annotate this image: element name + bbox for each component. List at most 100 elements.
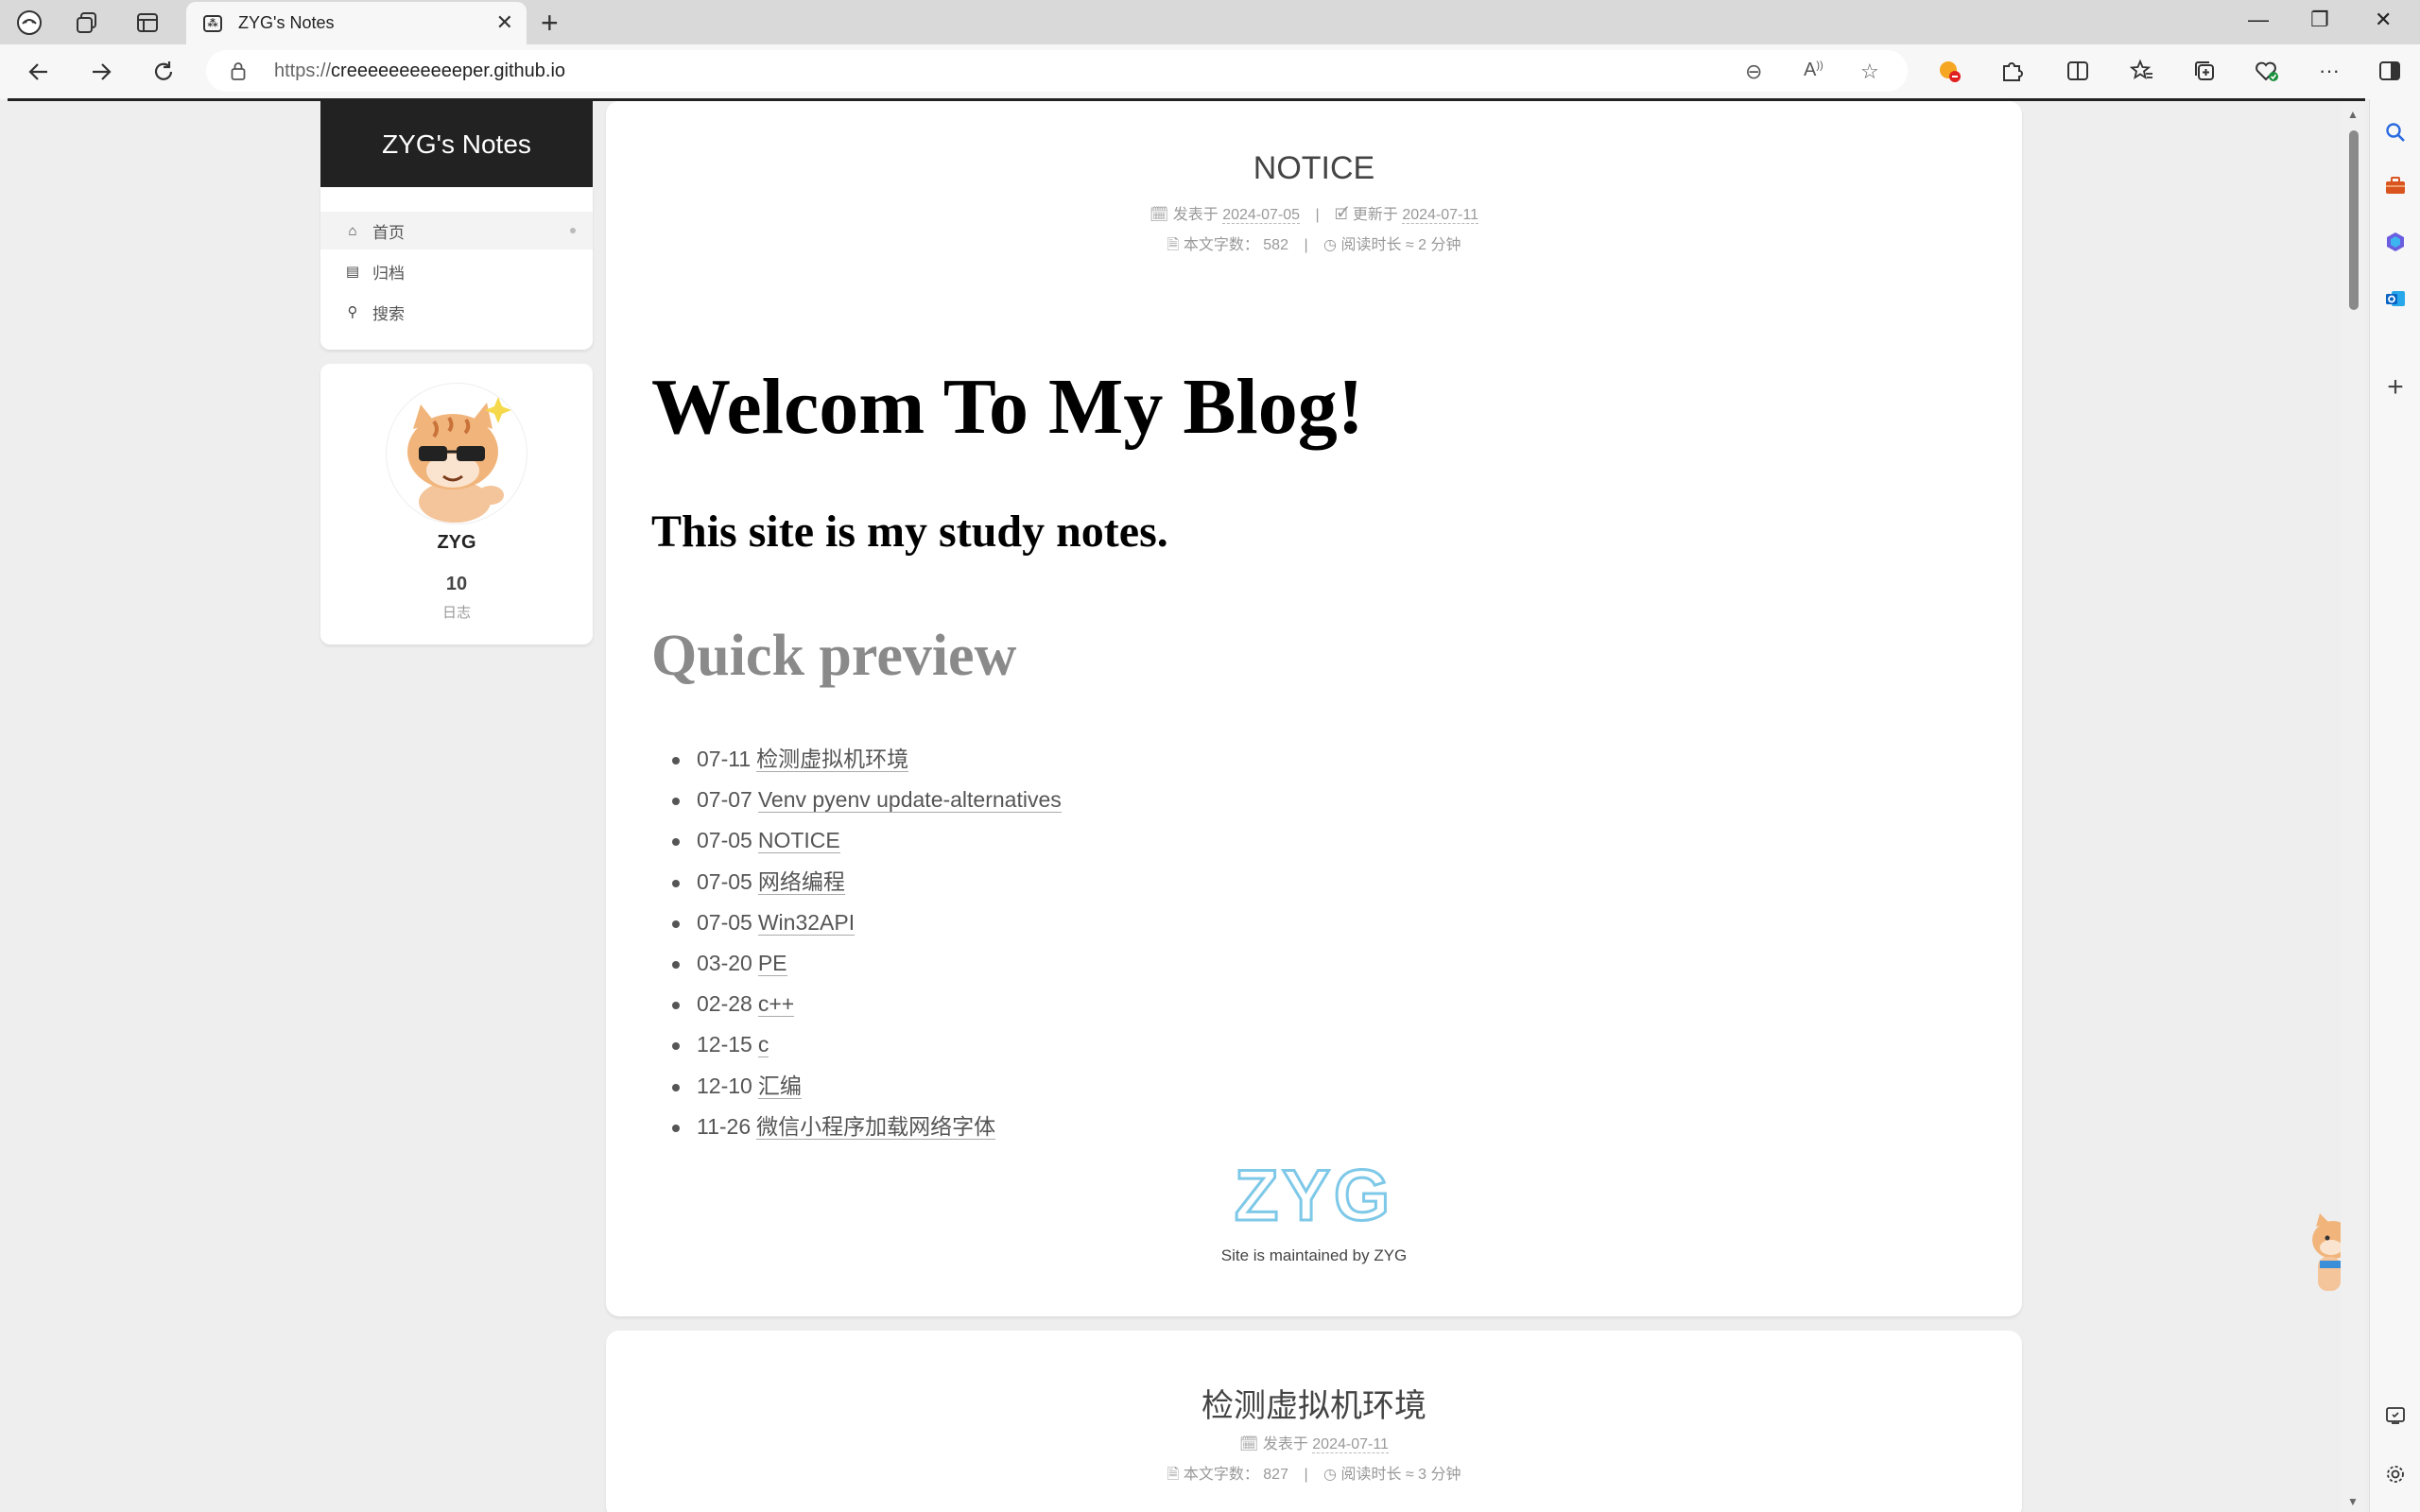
restore-button[interactable]: ❐ xyxy=(2310,8,2329,32)
extensions-puzzle-icon[interactable] xyxy=(1996,56,2027,86)
preview-date: 03-20 xyxy=(697,950,752,975)
add-sidebar-app-icon[interactable]: + xyxy=(2381,371,2410,403)
preview-date: 07-11 xyxy=(697,747,752,771)
favorites-icon[interactable] xyxy=(2127,56,2157,86)
author-card: ZYG 10 日志 xyxy=(320,364,593,644)
site-brand[interactable]: ZYG's Notes xyxy=(320,101,593,187)
address-bar[interactable]: https://creeeeeeeeeeeper.github.io ⊖ A))… xyxy=(206,50,1908,92)
readtime: 3 分钟 xyxy=(1418,1467,1461,1483)
preview-link[interactable]: 网络编程 xyxy=(757,868,845,895)
zoom-out-icon[interactable]: ⊖ xyxy=(1745,60,1762,84)
scrollbar-thumb[interactable] xyxy=(2349,130,2359,310)
screenshot-icon[interactable] xyxy=(2381,1401,2410,1430)
preview-date: 12-10 xyxy=(697,1073,752,1098)
list-item: 12-15 c xyxy=(672,1024,1062,1065)
active-tab[interactable]: ⁂ ZYG's Notes ✕ xyxy=(186,2,527,44)
back-button[interactable] xyxy=(23,56,55,88)
refresh-icon xyxy=(154,61,173,80)
menu-item-search[interactable]: ⚲ 搜索 xyxy=(320,293,593,331)
refresh-button[interactable] xyxy=(147,56,180,88)
sidebar-toggle-icon[interactable] xyxy=(2375,56,2405,86)
scroll-up-arrow-icon[interactable]: ▲ xyxy=(2347,108,2359,121)
preview-link[interactable]: 微信小程序加载网络字体 xyxy=(756,1113,996,1140)
list-item: 02-28 c++ xyxy=(672,984,1062,1024)
post-heading-1: Welcom To My Blog! xyxy=(651,363,1364,451)
lock-icon[interactable] xyxy=(231,61,246,80)
preview-link[interactable]: NOTICE xyxy=(757,828,840,854)
preview-link[interactable]: c xyxy=(757,1032,769,1058)
tools-icon[interactable] xyxy=(2381,171,2410,199)
preview-link[interactable]: Venv pyenv update-alternatives xyxy=(757,787,1062,814)
clock-icon: ◷ xyxy=(1323,1467,1338,1483)
tab-close-button[interactable]: ✕ xyxy=(496,10,513,35)
copilot-icon[interactable] xyxy=(2381,228,2410,256)
settings-gear-icon[interactable] xyxy=(2381,1460,2410,1488)
posted-date: 2024-07-05 xyxy=(1222,207,1301,224)
site-menu: ⌂ 首页 ▤ 归档 ⚲ 搜索 xyxy=(320,187,593,350)
search-icon: ⚲ xyxy=(347,304,358,320)
preview-date: 07-05 xyxy=(697,909,752,935)
preview-date: 12-15 xyxy=(697,1032,752,1057)
new-tab-button[interactable]: + xyxy=(541,6,559,41)
post-title[interactable]: NOTICE xyxy=(606,150,2022,187)
url-protocol: https:// xyxy=(274,60,332,81)
edge-sidebar: + xyxy=(2369,99,2420,1512)
list-item: 07-11 检测虚拟机环境 xyxy=(672,739,1062,780)
vertical-tabs-icon[interactable] xyxy=(132,8,163,38)
outlook-icon[interactable] xyxy=(2381,284,2410,313)
preview-link[interactable]: PE xyxy=(757,950,787,976)
split-screen-icon[interactable] xyxy=(2063,56,2093,86)
footer-text: Site is maintained by ZYG xyxy=(1220,1246,1408,1264)
post-card: 检测虚拟机环境 🗓 发表于 2024-07-11 🗎 本文字数： 827 | ◷… xyxy=(606,1331,2022,1512)
menu-item-label: 首页 xyxy=(372,223,405,242)
url-text[interactable]: https://creeeeeeeeeeeper.github.io xyxy=(274,60,565,82)
calendar-icon: 🗓 xyxy=(1150,207,1169,223)
post-title[interactable]: 检测虚拟机环境 xyxy=(606,1380,2022,1426)
preview-link[interactable]: 汇编 xyxy=(757,1073,802,1099)
collections-icon[interactable] xyxy=(2189,56,2220,86)
preview-date: 07-05 xyxy=(697,828,752,853)
workspaces-icon[interactable] xyxy=(72,8,102,38)
preview-link[interactable]: c++ xyxy=(757,991,795,1018)
preview-date: 07-07 xyxy=(697,787,752,813)
post-count[interactable]: 10 xyxy=(320,574,593,595)
author-avatar[interactable] xyxy=(386,383,527,524)
more-menu-button[interactable]: ··· xyxy=(2314,56,2344,86)
read-aloud-icon[interactable]: A)) xyxy=(1804,60,1824,81)
list-item: 03-20 PE xyxy=(672,943,1062,984)
meta-separator: | xyxy=(1304,1467,1308,1483)
preview-date: 07-05 xyxy=(697,868,752,894)
file-word-icon: 🗎 xyxy=(1167,237,1180,253)
list-item: 07-05 NOTICE xyxy=(672,820,1062,861)
post-card: NOTICE 🗓 发表于 2024-07-05 | 🗹 更新于 2024-07-… xyxy=(606,101,2022,1316)
mascot-widget[interactable] xyxy=(2307,1211,2341,1297)
preview-link[interactable]: Win32API xyxy=(757,909,856,936)
posted-label: 发表于 xyxy=(1172,207,1219,223)
scroll-down-arrow-icon[interactable]: ▼ xyxy=(2347,1495,2359,1508)
wordcount: 582 xyxy=(1263,237,1288,253)
post-meta-stats: 🗎 本文字数： 582 | ◷ 阅读时长 ≈ 2 分钟 xyxy=(606,232,2022,260)
extension-adblock-icon[interactable] xyxy=(1934,56,1964,86)
close-window-button[interactable]: ✕ xyxy=(2375,8,2392,32)
file-word-icon: 🗎 xyxy=(1167,1467,1180,1483)
author-name: ZYG xyxy=(437,532,476,553)
menu-item-archive[interactable]: ▤ 归档 xyxy=(320,252,593,290)
url-host: creeeeeeeeeeeper.github.io xyxy=(331,60,566,81)
page-scrollbar[interactable]: ▲ ▼ xyxy=(2341,102,2365,1512)
profile-icon[interactable] xyxy=(14,8,44,38)
search-icon[interactable] xyxy=(2381,118,2410,146)
quick-preview-list: 07-11 检测虚拟机环境 07-07 Venv pyenv update-alte… xyxy=(672,739,1062,1147)
tab-favicon-icon: ⁂ xyxy=(203,15,222,32)
favorite-star-icon[interactable]: ☆ xyxy=(1860,60,1879,84)
posted-label: 发表于 xyxy=(1262,1436,1308,1452)
browser-essentials-icon[interactable] xyxy=(2252,56,2282,86)
minimize-button[interactable]: — xyxy=(2248,8,2269,32)
preview-link[interactable]: 检测虚拟机环境 xyxy=(756,747,909,772)
menu-item-home[interactable]: ⌂ 首页 xyxy=(320,212,593,249)
active-indicator-dot xyxy=(570,228,576,233)
post-count-label[interactable]: 日志 xyxy=(320,602,593,622)
forward-arrow-icon xyxy=(93,63,112,80)
readtime: 2 分钟 xyxy=(1418,237,1461,253)
forward-button[interactable] xyxy=(85,56,117,88)
address-toolbar: https://creeeeeeeeeeeper.github.io ⊖ A))… xyxy=(0,44,2420,99)
